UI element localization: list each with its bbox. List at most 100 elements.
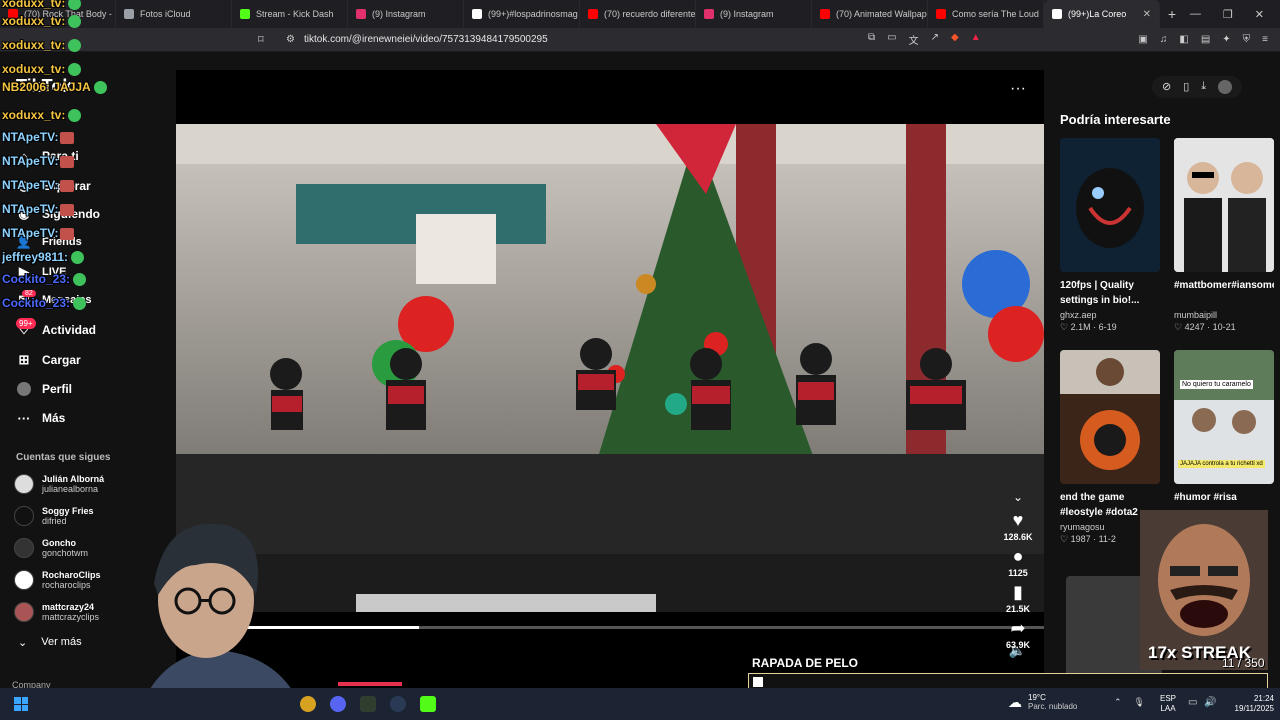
music-icon[interactable]: ♫ [1160, 34, 1168, 45]
cloud-icon: ☁ [1008, 693, 1022, 710]
sidebar-item-para-ti[interactable]: ⌂ Para ti [16, 148, 79, 164]
save-button[interactable]: ▮ 21.5K [1006, 582, 1030, 614]
share-button[interactable]: ➦ 63.9K [1006, 618, 1030, 650]
sidebar-item-cargar[interactable]: ⊞ Cargar [16, 352, 81, 368]
new-tab-button[interactable]: + [1160, 6, 1184, 22]
bookmark-icon[interactable]: ⌑ [258, 33, 264, 46]
browser-tab[interactable]: (99+)#lospadrinosmag [464, 0, 580, 28]
tab-favicon-icon [356, 9, 366, 19]
tiktok-logo[interactable]: TikTok [16, 76, 72, 97]
panel-icon[interactable]: ◧ [1179, 34, 1188, 45]
autoscroll-icon[interactable]: ⊘ [1162, 80, 1171, 94]
browser-tab[interactable]: (70) Animated Wallpap [812, 0, 928, 28]
venom-image [1060, 138, 1160, 272]
more-icon[interactable]: ··· [1010, 80, 1026, 98]
recommended-card[interactable]: No quiero tu caramelo JAJAJA controla a … [1174, 350, 1274, 520]
steam-icon[interactable] [390, 696, 406, 712]
close-tab-icon[interactable]: ✕ [1143, 9, 1151, 20]
windows-start-icon[interactable] [14, 697, 28, 711]
browser-tab[interactable]: (99+)La Coreo ✕ [1044, 0, 1160, 28]
sidebar-item-label: Más [42, 411, 66, 425]
weather-text: Parc. nublado [1028, 702, 1078, 711]
avatar [14, 474, 34, 494]
rewards-icon[interactable]: ▲ [971, 32, 981, 47]
tab-favicon-icon [1052, 9, 1062, 19]
tab-favicon-icon [124, 9, 134, 19]
avatar-icon[interactable] [1218, 80, 1233, 94]
tab-title: (99+)#lospadrinosmag [488, 9, 578, 19]
screen-icon[interactable]: ▭ [887, 32, 896, 47]
address-actions: ⧉ ▭ 文 ↗ ◆ ▲ [868, 32, 981, 47]
following-item[interactable]: mattcrazy24 mattcrazyclips [14, 602, 99, 622]
menu-icon[interactable]: ≡ [1262, 34, 1268, 45]
brave-shield-icon[interactable]: ◆ [951, 32, 959, 47]
recommendations-title: Podría interesarte [1060, 112, 1171, 127]
chrome-icon[interactable] [300, 696, 316, 712]
card-user: mumbaipill [1174, 310, 1218, 320]
counter-b: 350 [1244, 656, 1265, 670]
share-icon[interactable]: ↗ [931, 32, 939, 47]
following-item[interactable]: Soggy Fries difried [14, 506, 94, 526]
sidebar-item-label: Cargar [42, 353, 81, 367]
sidebar-icon[interactable]: ▣ [1138, 34, 1147, 45]
wallet-icon[interactable]: ▤ [1201, 34, 1210, 45]
sidebar-item-friends[interactable]: 👤 Friends [16, 234, 82, 250]
following-item[interactable]: Goncho gonchotwm [14, 538, 88, 558]
reader-icon[interactable]: ⧉ [868, 32, 875, 47]
kick-icon[interactable] [420, 696, 436, 712]
card-title: #mattbomer#iansomerholder... [1174, 280, 1274, 291]
following-item[interactable]: Julián Alborná julianealborna [14, 474, 104, 494]
sidebar-item-live[interactable]: ▶ LIVE [16, 264, 66, 280]
mic-icon[interactable]: 🎙 [1134, 697, 1145, 708]
sidebar-item-perfil[interactable]: Perfil [16, 381, 72, 397]
volume-tray-icon[interactable]: 🔊 [1204, 697, 1216, 708]
comment-button[interactable]: ● 1125 [1008, 546, 1028, 578]
tab-title: (70) recuerdo diferente [604, 9, 696, 19]
browser-tab[interactable]: Stream - Kick Dash [232, 0, 348, 28]
bookmark-icon: ▮ [1013, 582, 1023, 602]
browser-tab[interactable]: Como sería The Loud [928, 0, 1044, 28]
save-count: 21.5K [1005, 604, 1031, 614]
xbox-icon[interactable] [360, 696, 376, 712]
chevron-up-icon[interactable]: ⌃ [1114, 697, 1122, 708]
url-field[interactable]: tiktok.com/@irenewneiei/video/7573139484… [304, 34, 548, 45]
vpn-icon[interactable]: ⛨ [1243, 34, 1251, 45]
leo-icon[interactable]: ✦ [1222, 34, 1230, 45]
see-more-label: Ver más [41, 636, 82, 648]
translate-icon[interactable]: 文 [909, 32, 919, 47]
browser-tab[interactable]: (9) Instagram [348, 0, 464, 28]
browser-tab[interactable]: (9) Instagram [696, 0, 812, 28]
download-icon[interactable]: ⤓ [1201, 80, 1206, 94]
screen: (70) Rock That Body - Fotos iCloud Stream … [0, 0, 1280, 720]
profile-icon [16, 381, 32, 397]
site-info-icon[interactable]: ⚙ [286, 34, 295, 45]
see-more-button[interactable]: ⌄ Ver más [18, 636, 82, 649]
recommended-card[interactable]: 120fps | Quality settings in bio!... ghx… [1060, 138, 1160, 333]
recommended-card[interactable]: #mattbomer#iansomerholder... mumbaipill … [1174, 138, 1274, 333]
tab-favicon-icon [936, 9, 946, 19]
close-window-icon[interactable]: ✕ [1255, 8, 1264, 21]
sidebar-item-mas[interactable]: ··· Más [16, 410, 66, 426]
browser-tab[interactable]: (70) recuerdo diferente [580, 0, 696, 28]
weather-widget[interactable]: ☁ 19°C Parc. nublado [1008, 693, 1077, 711]
language-indicator[interactable]: ESP LAA [1160, 694, 1176, 714]
sidebar-item-siguiendo[interactable]: ◉ Siguiendo [16, 206, 100, 222]
browser-tab[interactable]: (70) Rock That Body - [0, 0, 116, 28]
following-item[interactable]: RocharoClips rocharoclips [14, 570, 101, 590]
system-tray: ⌃ 🎙 [1114, 697, 1145, 708]
browser-tab[interactable]: Fotos iCloud [116, 0, 232, 28]
sidebar-item-label: Actividad [42, 323, 97, 337]
temperature: 19°C [1028, 693, 1046, 702]
following-name: mattcrazy24 [42, 602, 95, 612]
discord-icon[interactable] [330, 696, 346, 712]
minimize-icon[interactable]: — [1190, 8, 1201, 21]
clock[interactable]: 21:24 19/11/2025 [1224, 694, 1274, 714]
network-icon[interactable]: ▭ [1188, 697, 1197, 708]
sidebar-item-explorar[interactable]: ◎ Explorar [16, 178, 90, 194]
chevron-down-icon[interactable]: ⌄ [1013, 490, 1023, 504]
device-icon[interactable]: ▯ [1183, 80, 1189, 94]
maximize-icon[interactable]: ❐ [1223, 8, 1233, 21]
card-subcaption: JAJAJA controla a tu richetti xd [1178, 460, 1265, 468]
tab-favicon-icon [820, 9, 830, 19]
like-button[interactable]: ♥ 128.6K [1003, 510, 1032, 542]
